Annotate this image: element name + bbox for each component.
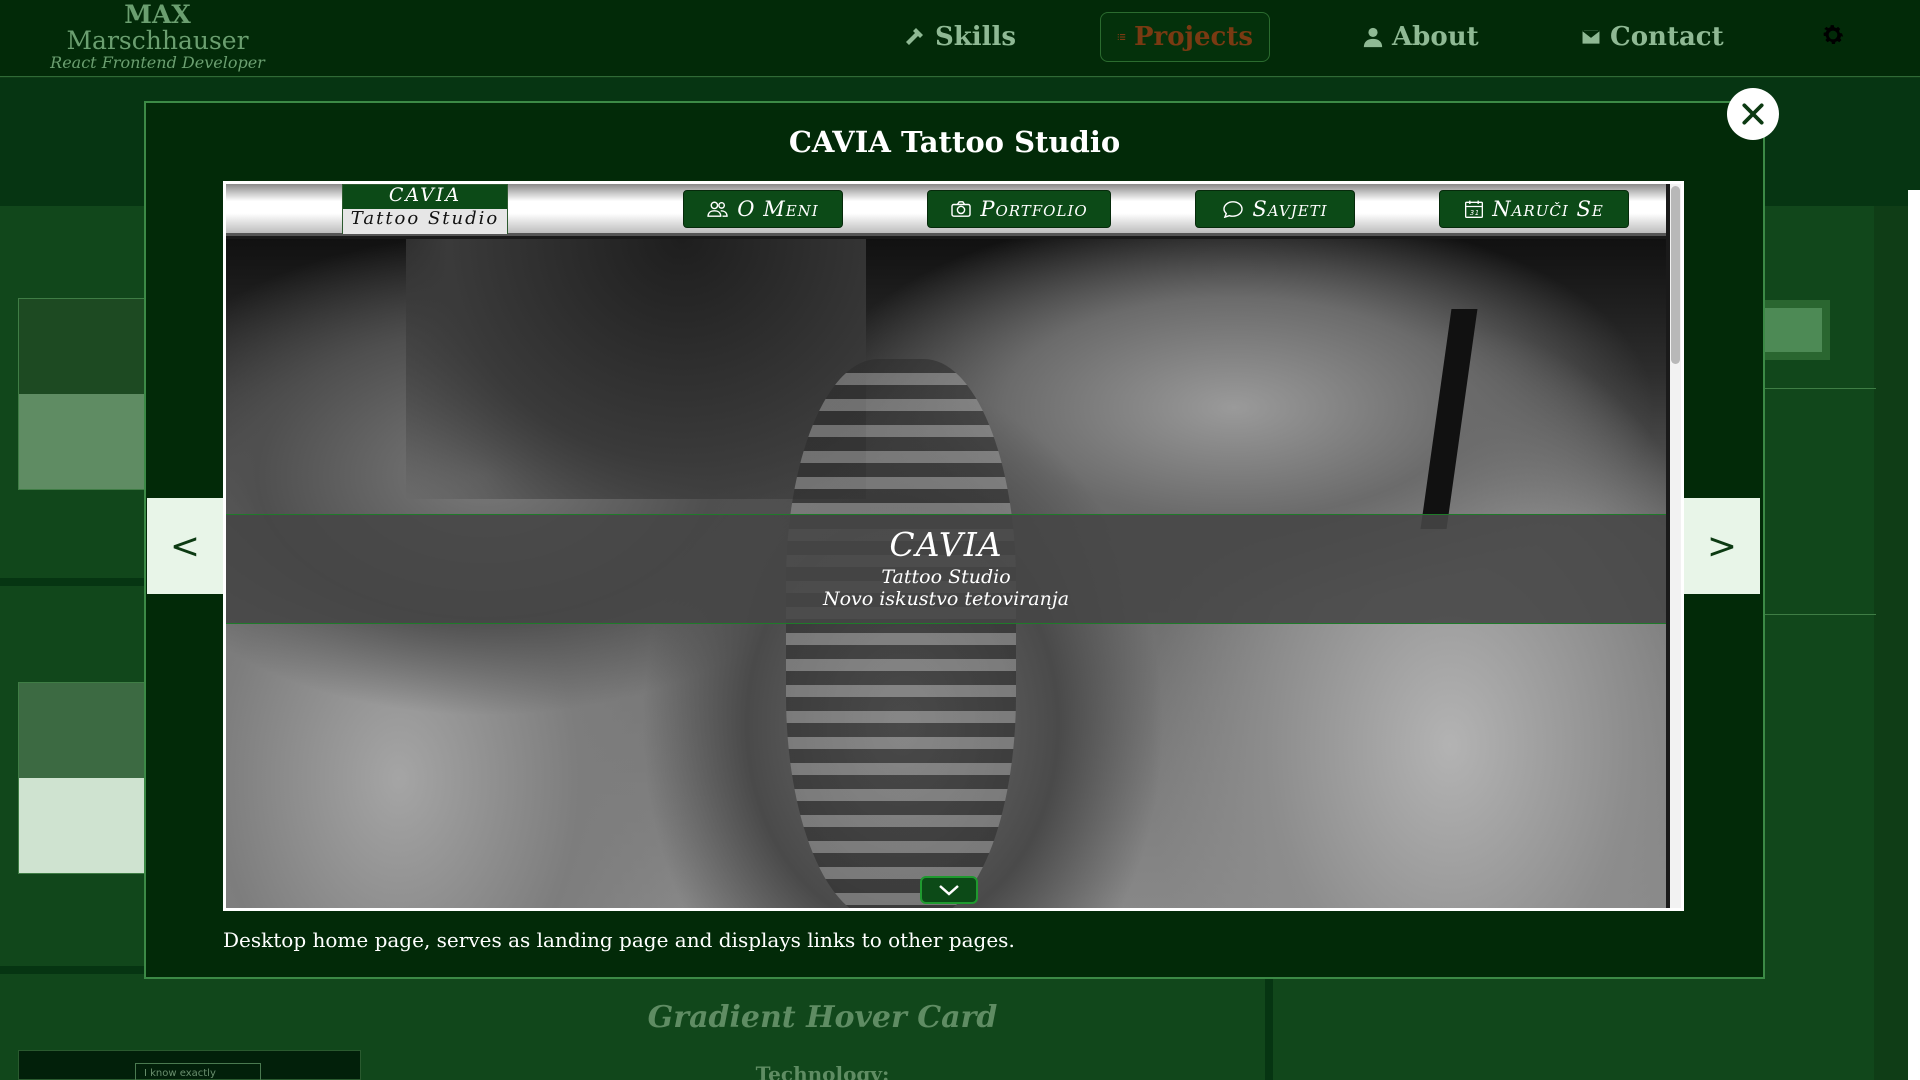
preview-button-portfolio: Portfolio	[927, 190, 1111, 228]
preview-button-label: Portfolio	[980, 197, 1088, 221]
screenshot-viewer: CAVIA Tattoo Studio O Meni Portfolio Sav…	[223, 181, 1684, 911]
nav-item-about[interactable]: About	[1362, 12, 1479, 62]
prev-slide-button[interactable]: <	[147, 498, 223, 594]
preview-button-label: Naruči Se	[1492, 197, 1604, 221]
nav-item-label: Projects	[1133, 22, 1253, 52]
brand-role: React Frontend Developer	[50, 53, 265, 72]
viewer-scrollbar[interactable]	[1670, 184, 1681, 908]
prev-arrow-label: <	[169, 525, 201, 567]
preview-hero-title: CAVIA	[889, 525, 1003, 564]
gradient-hover-card-title: Gradient Hover Card	[647, 1000, 998, 1035]
hammer-icon	[906, 28, 923, 45]
nav-item-skills[interactable]: Skills	[903, 12, 1016, 62]
preview-hero-band: CAVIA Tattoo Studio Novo iskustvo tetovi…	[226, 514, 1666, 624]
list-icon	[1117, 34, 1126, 40]
preview-hero-subtitle: Tattoo Studio	[881, 566, 1011, 588]
settings-button[interactable]	[1820, 22, 1846, 52]
bg-card-button[interactable]: I know exactly	[135, 1063, 261, 1080]
modal-title: CAVIA Tattoo Studio	[788, 125, 1121, 159]
preview-logo-line2: Tattoo Studio	[343, 209, 507, 234]
top-nav: MAX Marschhauser React Frontend Develope…	[0, 0, 1920, 77]
preview-button-o-meni: O Meni	[683, 190, 843, 228]
technology-label: Technology:	[755, 1062, 890, 1080]
preview-button-naruci-se: 31 Naruči Se	[1439, 190, 1629, 228]
nav-item-label: About	[1392, 22, 1479, 52]
close-icon	[1742, 103, 1764, 125]
people-icon	[707, 201, 729, 217]
close-button[interactable]	[1727, 88, 1779, 140]
nav-item-label: Contact	[1610, 22, 1724, 52]
calendar-icon: 31	[1465, 200, 1484, 218]
bg-card[interactable]: I know exactly	[18, 1050, 361, 1080]
preview-button-savjeti: Savjeti	[1195, 190, 1355, 228]
preview-logo: CAVIA Tattoo Studio	[342, 184, 508, 234]
slide-caption: Desktop home page, serves as landing pag…	[223, 928, 1015, 952]
page-scrollbar[interactable]	[1908, 190, 1920, 1080]
svg-text:31: 31	[1470, 209, 1480, 217]
brand[interactable]: MAX Marschhauser React Frontend Develope…	[40, 2, 275, 71]
preview-logo-line1: CAVIA	[343, 185, 507, 209]
camera-icon	[951, 201, 972, 217]
brand-first-name: MAX	[124, 0, 191, 29]
project-thumbnail[interactable]	[18, 298, 150, 490]
preview-site-nav: CAVIA Tattoo Studio O Meni Portfolio Sav…	[226, 184, 1666, 236]
user-icon	[1363, 27, 1383, 48]
preview-button-label: Savjeti	[1252, 197, 1328, 221]
next-slide-button[interactable]: >	[1684, 498, 1760, 594]
chat-icon	[1223, 201, 1244, 218]
chevron-down-icon	[939, 885, 959, 896]
divider	[1760, 614, 1876, 615]
divider	[1760, 388, 1876, 389]
preview-button-label: O Meni	[737, 197, 819, 221]
gear-icon	[1823, 25, 1844, 44]
nav-item-projects[interactable]: Projects	[1100, 12, 1270, 62]
project-thumbnail[interactable]	[18, 682, 150, 874]
next-arrow-label: >	[1706, 525, 1738, 567]
preview-hero-tagline: Novo iskustvo tetoviranja	[822, 588, 1070, 610]
nav-item-label: Skills	[935, 22, 1017, 52]
preview-scroll-down	[920, 876, 978, 904]
brand-last-name: Marschhauser	[66, 26, 249, 55]
nav-item-contact[interactable]: Contact	[1580, 12, 1724, 62]
mail-icon	[1581, 28, 1601, 46]
